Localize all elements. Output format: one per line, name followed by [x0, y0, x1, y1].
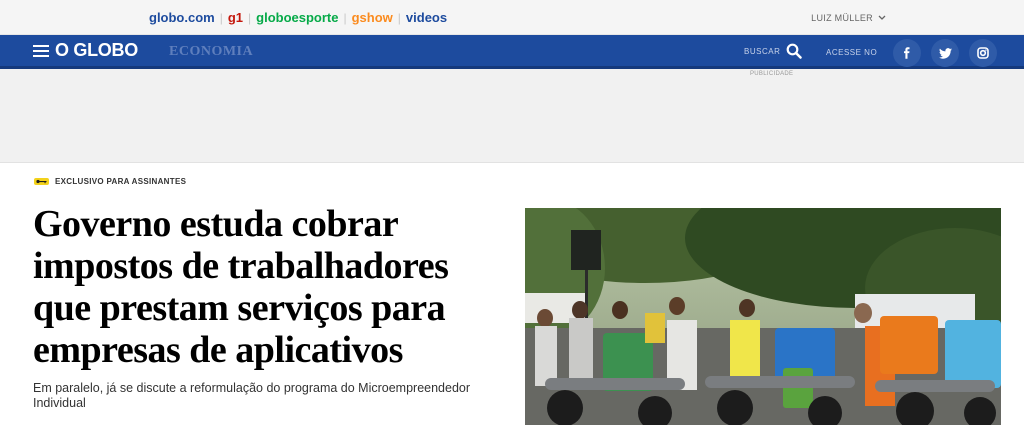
chevron-down-icon — [878, 14, 886, 23]
instagram-icon[interactable] — [969, 39, 997, 67]
globo-portal-bar: globo.com | g1 | globoesporte | gshow | … — [0, 0, 1024, 35]
portal-link-globoesporte[interactable]: globoesporte — [256, 10, 338, 25]
badge-label: EXCLUSIVO PARA ASSINANTES — [55, 177, 187, 186]
user-name: LUIZ MÜLLER — [811, 13, 873, 23]
portal-link-videos[interactable]: videos — [406, 10, 447, 25]
article-photo — [525, 208, 1001, 425]
portal-links: globo.com | g1 | globoesporte | gshow | … — [149, 10, 447, 25]
portal-link-globo[interactable]: globo.com — [149, 10, 215, 25]
search-button[interactable]: BUSCAR — [744, 43, 803, 59]
article-headline: Governo estuda cobrar impostos de trabal… — [33, 203, 449, 371]
separator: | — [343, 10, 347, 25]
ad-slot: PUBLICIDADE — [0, 69, 1024, 163]
portal-link-gshow[interactable]: gshow — [352, 10, 393, 25]
separator: | — [219, 10, 223, 25]
portal-link-g1[interactable]: g1 — [228, 10, 243, 25]
separator: | — [248, 10, 252, 25]
subscriber-badge: EXCLUSIVO PARA ASSINANTES — [34, 177, 186, 186]
section-title[interactable]: ECONOMIA — [169, 44, 253, 60]
separator: | — [397, 10, 401, 25]
main-navbar: O GLOBO ECONOMIA BUSCAR ACESSE NO — [0, 35, 1024, 69]
menu-icon[interactable] — [33, 45, 49, 57]
user-menu[interactable]: LUIZ MÜLLER — [811, 13, 886, 23]
ad-label: PUBLICIDADE — [750, 71, 794, 77]
site-logo[interactable]: O GLOBO — [55, 40, 138, 61]
search-label: BUSCAR — [744, 46, 781, 56]
search-icon — [786, 43, 803, 59]
facebook-icon[interactable] — [893, 39, 921, 67]
twitter-icon[interactable] — [931, 39, 959, 67]
login-label[interactable]: ACESSE NO — [826, 48, 877, 57]
article-subheadline: Em paralelo, já se discute a reformulaçã… — [33, 381, 471, 410]
key-icon — [34, 178, 49, 185]
